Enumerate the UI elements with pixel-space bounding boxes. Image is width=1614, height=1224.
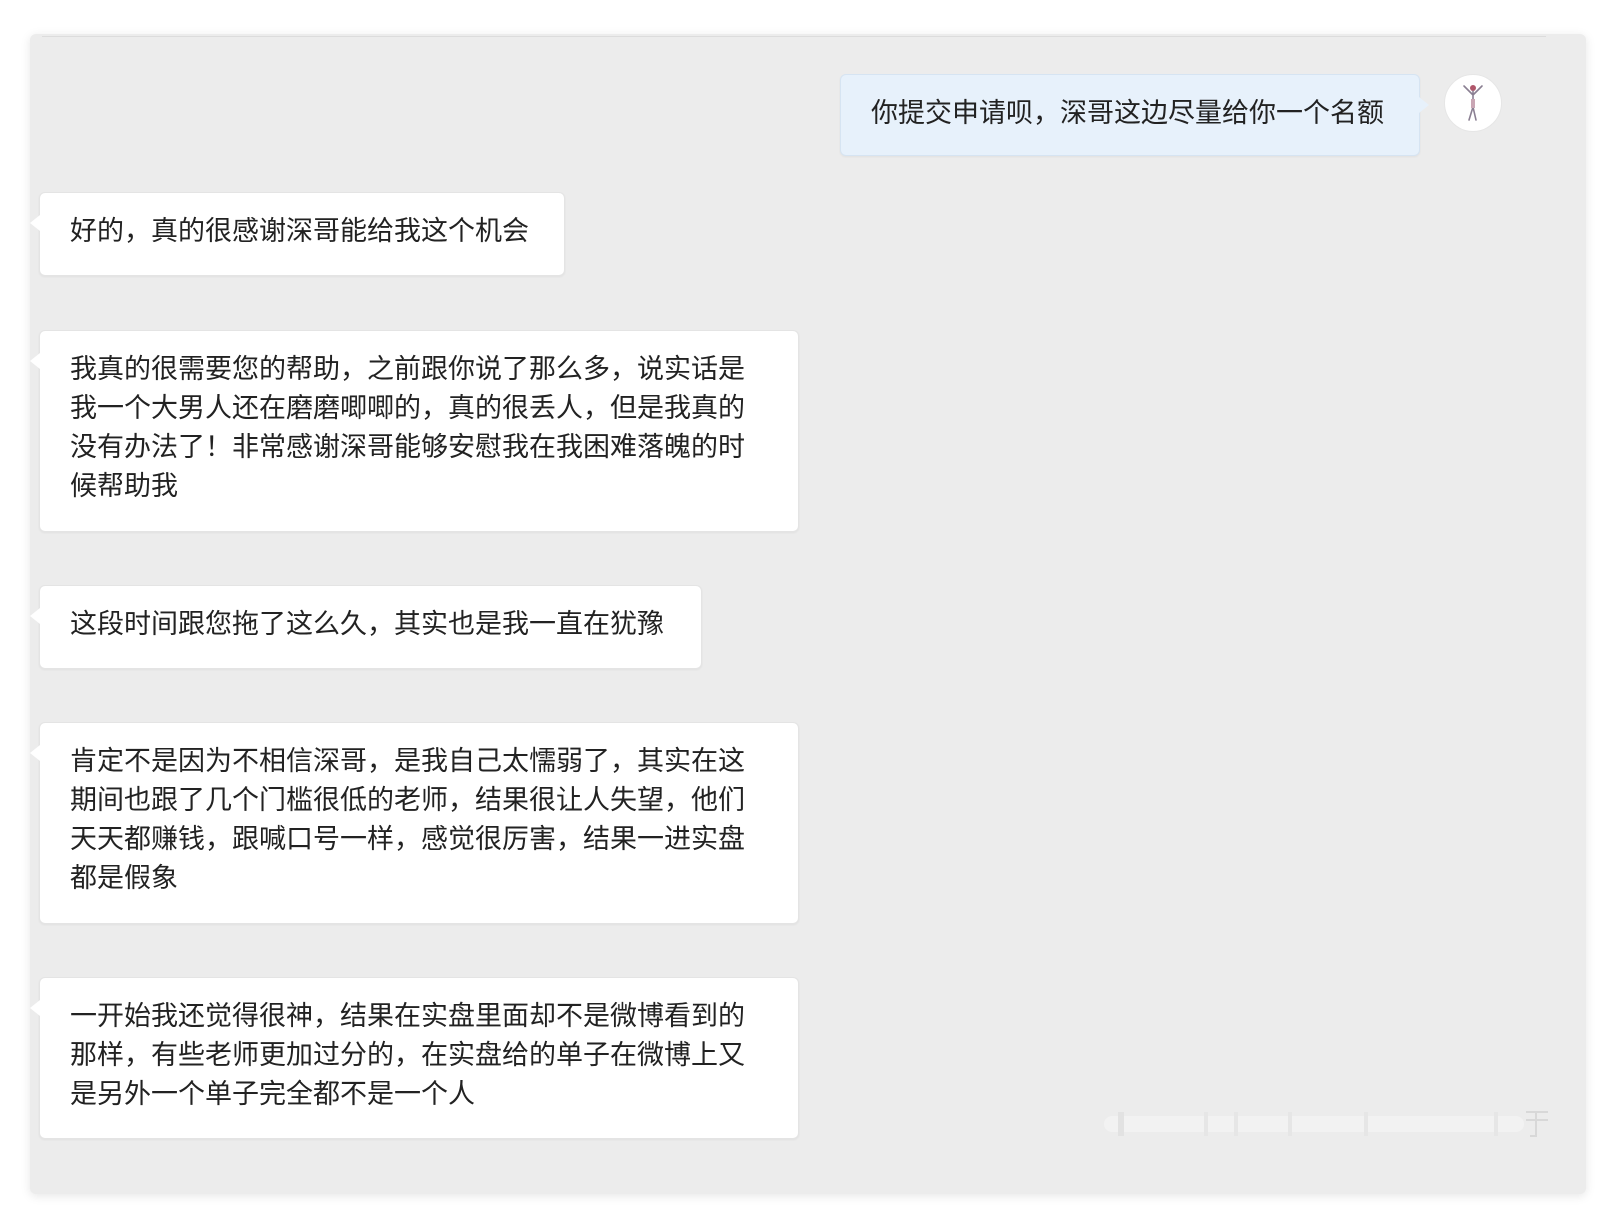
incoming-message[interactable]: 我真的很需要您的帮助，之前跟你说了那么多，说实话是我一个大男人还在磨磨唧唧的，真… (30, 330, 799, 532)
person-silhouette-icon (1463, 85, 1483, 121)
incoming-message[interactable]: 肯定不是因为不相信深哥，是我自己太懦弱了，其实在这期间也跟了几个门槛很低的老师，… (30, 722, 799, 924)
incoming-message[interactable]: 好的，真的很感谢深哥能给我这个机会 (30, 192, 565, 276)
message-text: 这段时间跟您拖了这么久，其实也是我一直在犹豫 (70, 609, 664, 640)
message-text: 肯定不是因为不相信深哥，是我自己太懦弱了，其实在这期间也跟了几个门槛很低的老师，… (70, 746, 745, 894)
chat-panel: 你提交申请呗，深哥这边尽量给你一个名额 好的，真的很感谢深哥能给我这个机会 我真… (30, 34, 1586, 1194)
divider (42, 36, 1546, 37)
incoming-message[interactable]: 这段时间跟您拖了这么久，其实也是我一直在犹豫 (30, 585, 702, 669)
message-text: 你提交申请呗，深哥这边尽量给你一个名额 (871, 98, 1384, 129)
message-text: 一开始我还觉得很神，结果在实盘里面却不是微博看到的那样，有些老师更加过分的，在实… (70, 1001, 745, 1110)
avatar[interactable] (1444, 74, 1502, 132)
incoming-message[interactable]: 一开始我还觉得很神，结果在实盘里面却不是微博看到的那样，有些老师更加过分的，在实… (30, 977, 799, 1139)
message-text: 我真的很需要您的帮助，之前跟你说了那么多，说实话是我一个大男人还在磨磨唧唧的，真… (70, 354, 745, 502)
message-text: 好的，真的很感谢深哥能给我这个机会 (70, 216, 529, 247)
outgoing-message[interactable]: 你提交申请呗，深哥这边尽量给你一个名额 (840, 74, 1429, 156)
watermark-logo (1104, 1111, 1548, 1137)
